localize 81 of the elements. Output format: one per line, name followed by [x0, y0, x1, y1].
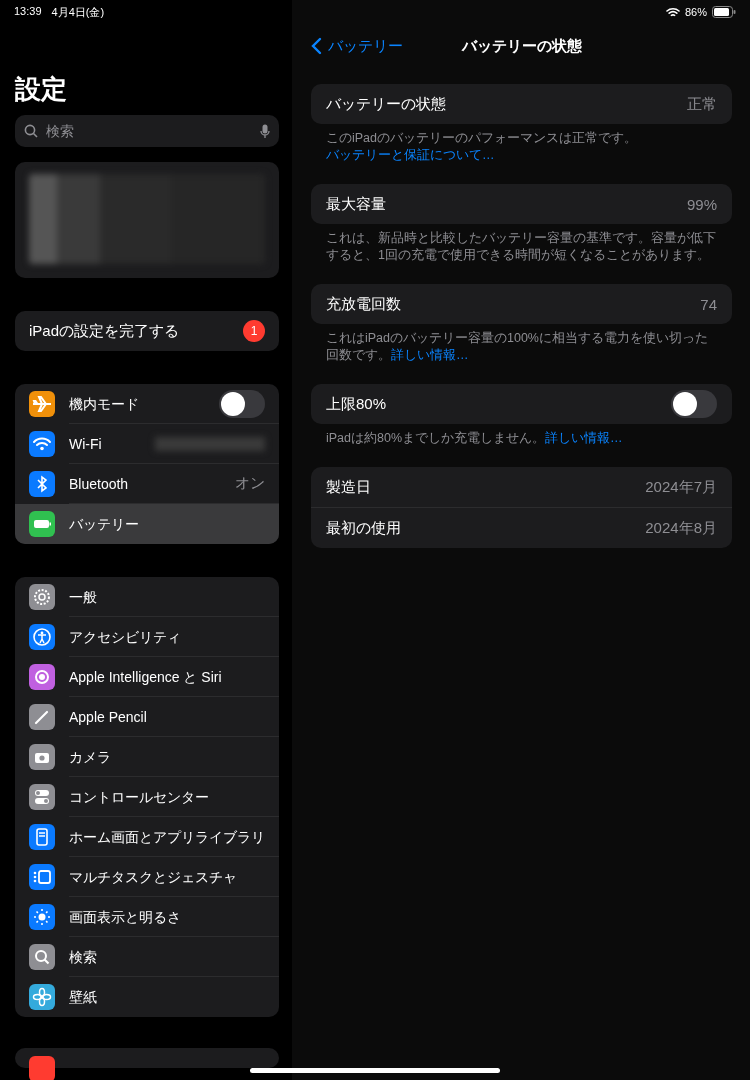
camera-icon: [29, 744, 55, 770]
setup-label: iPadの設定を完了する: [29, 321, 180, 341]
toggle-switch[interactable]: [671, 390, 717, 418]
item-label: 壁紙: [69, 988, 97, 1007]
sidebar-item[interactable]: ホーム画面とアプリライブラリ: [15, 817, 279, 857]
item-label: カメラ: [69, 747, 111, 767]
sidebar-item[interactable]: Apple Pencil: [15, 697, 279, 737]
sidebar-item[interactable]: バッテリー: [15, 504, 279, 544]
info-link[interactable]: バッテリーと保証について…: [326, 148, 495, 162]
sidebar-item[interactable]: Wi-Fi: [15, 424, 279, 464]
notification-badge: 1: [243, 320, 265, 342]
page-title: バッテリーの状態: [461, 36, 582, 56]
flower-icon: [29, 984, 55, 1010]
pencil-icon: [29, 704, 55, 730]
sidebar-item[interactable]: カメラ: [15, 737, 279, 777]
row-label: 最大容量: [326, 194, 386, 214]
item-label: 一般: [69, 587, 97, 607]
sidebar-item[interactable]: 検索: [15, 937, 279, 977]
item-label: マルチタスクとジェスチャ: [69, 867, 237, 887]
sidebar-item[interactable]: コントロールセンター: [15, 777, 279, 817]
footer-note: これは、新品時と比較したバッテリー容量の基準です。容量が低下すると、1回の充電で使用できる時間が短くなることがあります。: [326, 230, 717, 264]
item-label: 画面表示と明るさ: [69, 907, 181, 927]
accessibility-icon: [29, 624, 55, 650]
microphone-icon[interactable]: [260, 123, 270, 139]
item-label: コントロールセンター: [69, 787, 209, 807]
row-label: 製造日: [326, 477, 371, 497]
sidebar-item[interactable]: 機内モード: [15, 384, 279, 424]
status-date: 4月4日(金): [51, 4, 105, 20]
row-value: 2024年7月: [645, 477, 717, 497]
setup-row[interactable]: iPadの設定を完了する 1: [15, 311, 279, 351]
item-label: 機内モード: [69, 394, 139, 414]
row-label: 上限80%: [326, 394, 387, 414]
toggle-switch[interactable]: [219, 389, 265, 418]
row-value: 99%: [686, 195, 717, 213]
airplane-icon: [29, 391, 55, 417]
item-label: Apple Pencil: [69, 707, 147, 727]
item-label: Wi-Fi: [69, 434, 102, 454]
item-label: 検索: [69, 947, 97, 967]
sidebar-item[interactable]: 一般: [15, 577, 279, 617]
footer-note: これはiPadのバッテリー容量の100%に相当する電力を使い切った回数です。詳しい情報…: [326, 330, 709, 364]
sidebar-item[interactable]: Apple Intelligence と Siri: [15, 657, 279, 697]
multitask-icon: [29, 864, 55, 890]
home-screen-icon: [29, 824, 55, 850]
sidebar-item[interactable]: 壁紙: [15, 977, 279, 1017]
search-icon: [24, 124, 38, 138]
bluetooth-icon: [29, 471, 55, 497]
item-label: Apple Intelligence と Siri: [69, 667, 222, 687]
row-label: 最初の使用: [326, 518, 401, 538]
footer-note: iPadは約80%までしか充電しません。詳しい情報…: [326, 430, 624, 447]
item-value: オン: [235, 474, 265, 493]
search-input[interactable]: 検索: [44, 122, 254, 140]
row-label: 充放電回数: [326, 294, 401, 314]
info-link[interactable]: 詳しい情報…: [391, 348, 469, 362]
footer-note: このiPadのバッテリーのパフォーマンスは正常です。 バッテリーと保証について…: [326, 130, 639, 164]
back-button[interactable]: バッテリー: [305, 35, 409, 57]
sidebar-item[interactable]: アクセシビリティ: [15, 617, 279, 657]
gear-icon: [29, 584, 55, 610]
item-label: ホーム画面とアプリライブラリ: [69, 827, 265, 847]
chevron-left-icon: [311, 37, 322, 55]
search-field[interactable]: 検索: [15, 115, 279, 147]
info-link[interactable]: 詳しい情報…: [545, 431, 623, 445]
item-label: アクセシビリティ: [69, 627, 181, 647]
settings-title: 設定: [15, 73, 68, 106]
sidebar-item[interactable]: マルチタスクとジェスチャ: [15, 857, 279, 897]
sidebar-item[interactable]: 画面表示と明るさ: [15, 897, 279, 937]
app-icon: [29, 1056, 55, 1080]
switches-icon: [29, 784, 55, 810]
wifi-icon: [29, 431, 55, 457]
sun-icon: [29, 904, 55, 930]
item-label: バッテリー: [69, 515, 139, 534]
row-label: バッテリーの状態: [326, 94, 446, 114]
row-value: 74: [700, 295, 717, 313]
search-icon: [29, 944, 55, 970]
row-value: 正常: [687, 94, 717, 114]
item-label: Bluetooth: [69, 474, 129, 494]
battery-icon: [712, 6, 736, 18]
status-time: 13:39: [14, 4, 42, 19]
row-value: 2024年8月: [645, 518, 717, 538]
wifi-icon: [665, 6, 680, 18]
battery-percent: 86%: [684, 6, 707, 18]
battery-icon: [29, 511, 55, 537]
